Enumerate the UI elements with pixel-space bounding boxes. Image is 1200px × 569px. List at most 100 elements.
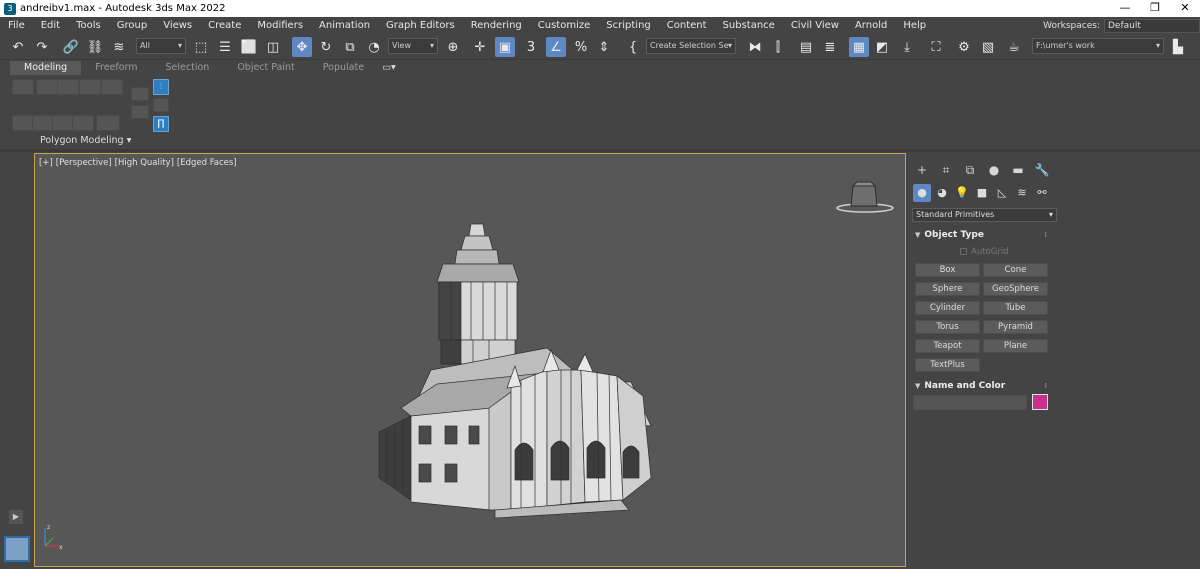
window-crossing-icon[interactable]: ◫	[263, 37, 283, 57]
link-icon[interactable]: 🔗	[61, 37, 81, 57]
modify-mode-button[interactable]	[12, 115, 34, 131]
hierarchy-tab-icon[interactable]: ⧉	[961, 161, 979, 179]
select-and-place-icon[interactable]: ◔	[364, 37, 384, 57]
rendered-frame-window-icon[interactable]: ▧	[978, 37, 998, 57]
spinner-snap-icon[interactable]: ⇕	[594, 37, 614, 57]
menu-edit[interactable]: Edit	[33, 20, 68, 31]
use-displacement-button[interactable]	[131, 105, 149, 119]
project-folder-icon[interactable]: ▙	[1168, 37, 1188, 57]
menu-file[interactable]: File	[0, 20, 33, 31]
angle-snap-icon[interactable]: ∠	[546, 37, 566, 57]
menu-customize[interactable]: Customize	[530, 20, 599, 31]
project-folder-dropdown[interactable]: F:\umer's work	[1032, 38, 1164, 54]
utilities-tab-icon[interactable]: 🔧	[1033, 161, 1051, 179]
edge-subobject-button[interactable]	[36, 79, 58, 95]
polygon-modeling-panel-label[interactable]: Polygon Modeling ▾	[40, 135, 131, 146]
render-production-icon[interactable]: ☕	[1004, 37, 1024, 57]
object-name-field[interactable]	[913, 395, 1027, 410]
menu-help[interactable]: Help	[895, 20, 934, 31]
textplus-button[interactable]: TextPlus	[915, 358, 980, 372]
box-button[interactable]: Box	[915, 263, 980, 277]
menu-civil-view[interactable]: Civil View	[783, 20, 847, 31]
space-warps-icon[interactable]: ≋	[1013, 184, 1031, 202]
object-color-swatch[interactable]	[1032, 394, 1048, 410]
pyramid-button[interactable]: Pyramid	[983, 320, 1048, 334]
menu-substance[interactable]: Substance	[715, 20, 783, 31]
object-type-rollout-header[interactable]: ▼ Object Type ⁞	[912, 228, 1049, 242]
menu-scripting[interactable]: Scripting	[598, 20, 658, 31]
cylinder-button[interactable]: Cylinder	[915, 301, 980, 315]
viewport-pov-label[interactable]: [Perspective]	[56, 158, 112, 168]
primitive-type-dropdown[interactable]: Standard Primitives	[912, 208, 1057, 222]
cone-button[interactable]: Cone	[983, 263, 1048, 277]
polygon-subobject-button[interactable]	[79, 79, 101, 95]
border-subobject-button[interactable]	[57, 79, 79, 95]
play-animation-icon[interactable]: ▶	[9, 510, 23, 524]
restore-button[interactable]: ❐	[1140, 0, 1170, 17]
name-and-color-rollout-header[interactable]: ▼ Name and Color ⁞	[912, 379, 1049, 393]
viewcube-icon[interactable]	[835, 180, 895, 216]
menu-arnold[interactable]: Arnold	[847, 20, 895, 31]
viewport-shading-quality[interactable]: [High Quality]	[115, 158, 174, 168]
show-end-result-icon[interactable]: ⫶	[153, 79, 169, 95]
cameras-icon[interactable]: ■	[973, 184, 991, 202]
church-3d-model[interactable]	[371, 220, 691, 520]
select-and-move-icon[interactable]: ✥	[292, 37, 312, 57]
menu-tools[interactable]: Tools	[68, 20, 109, 31]
modify-tab-icon[interactable]: ⌗	[937, 161, 955, 179]
scene-explorer-icon[interactable]: ▤	[796, 37, 816, 57]
create-tab-icon[interactable]: +	[913, 161, 931, 179]
lights-icon[interactable]: 💡	[953, 184, 971, 202]
selection-filter-dropdown[interactable]: All	[136, 38, 186, 54]
tab-freeform[interactable]: Freeform	[81, 61, 151, 75]
mirror-icon[interactable]: ⧓	[745, 37, 765, 57]
systems-icon[interactable]: ⚯	[1033, 184, 1051, 202]
select-and-rotate-icon[interactable]: ↻	[316, 37, 336, 57]
sphere-button[interactable]: Sphere	[915, 282, 980, 296]
tab-populate[interactable]: Populate	[309, 61, 378, 75]
perspective-viewport[interactable]: [+] [Perspective] [High Quality] [Edged Fac…	[34, 153, 906, 567]
snaps-toggle-icon[interactable]: 3	[521, 37, 541, 57]
ribbon-options-icon[interactable]: ▭▾	[378, 61, 400, 75]
keyboard-shortcut-override-icon[interactable]: ▣	[495, 37, 515, 57]
autogrid-checkbox[interactable]: AutoGrid	[960, 247, 1009, 257]
menu-group[interactable]: Group	[109, 20, 155, 31]
menu-animation[interactable]: Animation	[311, 20, 378, 31]
tube-button[interactable]: Tube	[983, 301, 1048, 315]
edit-poly-button[interactable]	[32, 115, 54, 131]
viewport-menu-plus[interactable]: [+]	[39, 158, 53, 168]
motion-tab-icon[interactable]: ●	[985, 161, 1003, 179]
use-soft-selection-button[interactable]	[131, 87, 149, 101]
curve-editor-icon[interactable]: ◩	[872, 37, 892, 57]
display-tab-icon[interactable]: ▬	[1009, 161, 1027, 179]
reference-coordinate-dropdown[interactable]: View	[388, 38, 438, 54]
torus-button[interactable]: Torus	[915, 320, 980, 334]
tab-modeling[interactable]: Modeling	[10, 61, 82, 75]
material-editor-icon[interactable]: ⛶	[926, 37, 946, 57]
pivot-center-icon[interactable]: ⊕	[443, 37, 463, 57]
close-button[interactable]: ✕	[1170, 0, 1200, 17]
workspaces-dropdown[interactable]: Default	[1104, 18, 1200, 33]
menu-graph-editors[interactable]: Graph Editors	[378, 20, 463, 31]
viewport-display-mode[interactable]: [Edged Faces]	[177, 158, 237, 168]
select-and-scale-icon[interactable]: ⧉	[340, 37, 360, 57]
to-poly-button[interactable]	[72, 115, 94, 131]
redo-icon[interactable]: ↷	[32, 37, 52, 57]
manipulate-icon[interactable]: ✛	[470, 37, 490, 57]
layer-explorer-icon[interactable]: ≣	[820, 37, 840, 57]
tab-selection[interactable]: Selection	[152, 61, 224, 75]
autogrid-checkbox-box[interactable]	[960, 248, 967, 255]
tab-object-paint[interactable]: Object Paint	[223, 61, 308, 75]
helpers-icon[interactable]: ◺	[993, 184, 1011, 202]
unlink-icon[interactable]: ⛓	[85, 37, 105, 57]
menu-create[interactable]: Create	[200, 20, 249, 31]
preview-off-button[interactable]	[153, 98, 169, 112]
edit-named-selection-icon[interactable]: {	[623, 37, 643, 57]
undo-icon[interactable]: ↶	[8, 37, 28, 57]
ignore-backfacing-icon[interactable]: ∏	[153, 116, 169, 132]
rectangular-selection-icon[interactable]: ⬜	[239, 37, 259, 57]
align-icon[interactable]: ⫿	[768, 37, 788, 57]
geometry-icon[interactable]: ●	[913, 184, 931, 202]
menu-content[interactable]: Content	[659, 20, 715, 31]
viewport-layout-icon[interactable]	[4, 536, 30, 562]
